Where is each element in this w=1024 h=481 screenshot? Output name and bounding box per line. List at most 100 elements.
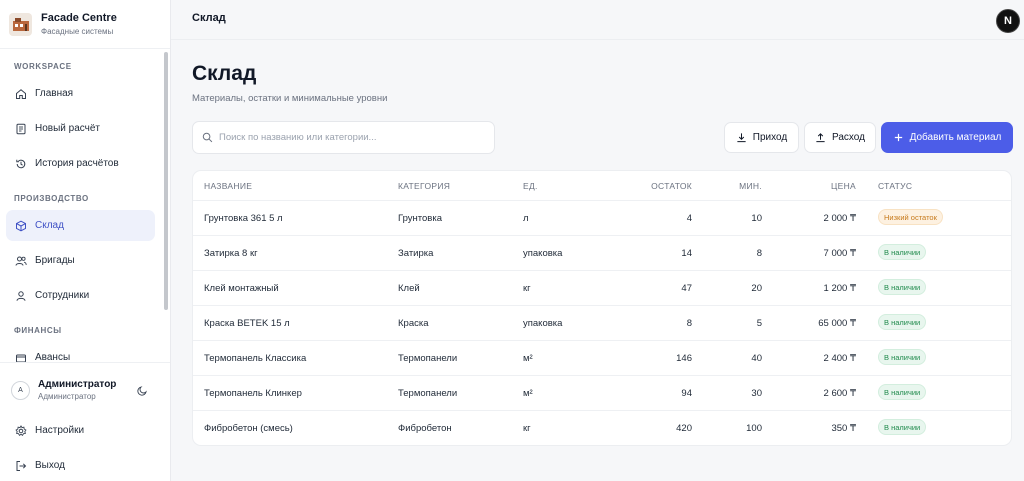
page-subtitle: Материалы, остатки и минимальные уровни bbox=[192, 93, 388, 104]
cell-min: 10 bbox=[751, 213, 762, 224]
breadcrumb: Склад bbox=[192, 12, 226, 24]
wallet-icon bbox=[16, 354, 26, 362]
table-row[interactable]: Грунтовка 361 5 л Грунтовка л 4 10 2 000 ₸ Низ… bbox=[193, 200, 1011, 235]
cell-stock: 4 bbox=[686, 213, 692, 224]
column-header-status[interactable]: СТАТУС bbox=[878, 181, 912, 191]
cell-unit: кг bbox=[523, 423, 531, 434]
cell-min: 8 bbox=[756, 248, 762, 259]
column-header-name[interactable]: НАЗВАНИЕ bbox=[204, 181, 252, 191]
table-row[interactable]: Краска BETEK 15 л Краска упаковка 8 5 65 000 … bbox=[193, 305, 1011, 340]
sidebar-item-warehouse[interactable]: Склад bbox=[6, 210, 155, 241]
expense-button-label: Расход bbox=[832, 132, 865, 143]
sidebar-item-label: Настройки bbox=[35, 425, 85, 436]
history-icon bbox=[16, 159, 26, 168]
sidebar-item-home[interactable]: Главная bbox=[6, 78, 155, 109]
user-name: Администратор bbox=[38, 379, 117, 390]
cell-stock: 146 bbox=[676, 353, 692, 364]
cell-stock: 94 bbox=[681, 388, 692, 399]
status-badge: В наличии bbox=[878, 244, 927, 260]
table-row[interactable]: Термопанель Классика Термопанели м² 146 40 2 … bbox=[193, 340, 1011, 375]
cell-category: Грунтовка bbox=[398, 213, 443, 224]
cell-stock: 14 bbox=[681, 248, 692, 259]
topbar: Склад N bbox=[171, 0, 1024, 40]
app-avatar[interactable]: N bbox=[996, 9, 1020, 33]
download-icon bbox=[737, 133, 746, 143]
column-header-unit[interactable]: ЕД. bbox=[523, 181, 538, 191]
user-icon bbox=[16, 290, 26, 301]
brand-title: Facade Centre bbox=[41, 12, 117, 24]
cell-category: Термопанели bbox=[398, 353, 458, 364]
cell-unit: кг bbox=[523, 283, 531, 294]
avatar[interactable]: А bbox=[11, 381, 30, 400]
brand[interactable]: Facade Centre Фасадные системы bbox=[0, 0, 170, 49]
cell-min: 30 bbox=[751, 388, 762, 399]
table-row[interactable]: Термопанель Клинкер Термопанели м² 94 30 2 60… bbox=[193, 375, 1011, 410]
sidebar-item-new-calc[interactable]: Новый расчёт bbox=[6, 113, 155, 144]
cell-price: 2 400 ₸ bbox=[823, 353, 856, 364]
section-title-workspace: WORKSPACE bbox=[14, 62, 72, 71]
column-header-price[interactable]: ЦЕНА bbox=[763, 181, 856, 191]
cell-name: Краска BETEK 15 л bbox=[204, 318, 290, 329]
document-icon bbox=[16, 123, 26, 134]
column-header-stock[interactable]: ОСТАТОК bbox=[613, 181, 692, 191]
sidebar-item-employees[interactable]: Сотрудники bbox=[6, 280, 155, 311]
user-role: Администратор bbox=[38, 392, 96, 401]
sidebar-item-label: Бригады bbox=[35, 255, 75, 266]
logout-icon bbox=[16, 460, 27, 471]
cell-stock: 420 bbox=[676, 423, 692, 434]
expense-button[interactable]: Расход bbox=[804, 122, 876, 153]
cell-unit: упаковка bbox=[523, 248, 563, 259]
cell-name: Грунтовка 361 5 л bbox=[204, 213, 283, 224]
status-badge: В наличии bbox=[878, 419, 927, 435]
plus-icon bbox=[894, 133, 902, 142]
cell-price: 2 600 ₸ bbox=[823, 388, 856, 399]
cell-category: Клей bbox=[398, 283, 420, 294]
sidebar-item-label: История расчётов bbox=[35, 158, 119, 169]
cell-category: Краска bbox=[398, 318, 429, 329]
add-material-button[interactable]: Добавить материал bbox=[881, 122, 1013, 153]
brand-logo-icon bbox=[9, 12, 32, 36]
table-row[interactable]: Клей монтажный Клей кг 47 20 1 200 ₸ В наличии bbox=[193, 270, 1011, 305]
cell-unit: м² bbox=[523, 388, 533, 399]
income-button[interactable]: Приход bbox=[724, 122, 799, 153]
search-input[interactable] bbox=[219, 132, 479, 143]
moon-icon[interactable] bbox=[137, 385, 148, 396]
cell-category: Затирка bbox=[398, 248, 434, 259]
sidebar-item-label: Новый расчёт bbox=[35, 123, 101, 134]
cell-unit: м² bbox=[523, 353, 533, 364]
sidebar-item-brigades[interactable]: Бригады bbox=[6, 245, 155, 276]
sidebar-item-settings[interactable]: Настройки bbox=[6, 415, 155, 446]
section-title-finance: ФИНАНСЫ bbox=[14, 326, 62, 335]
sidebar-item-label: Выход bbox=[35, 460, 65, 471]
cell-price: 7 000 ₸ bbox=[823, 248, 856, 259]
sidebar-item-history[interactable]: История расчётов bbox=[6, 148, 155, 179]
gear-icon bbox=[15, 424, 27, 436]
materials-table: НАЗВАНИЕ КАТЕГОРИЯ ЕД. ОСТАТОК МИН. ЦЕНА… bbox=[192, 170, 1012, 446]
brand-subtitle: Фасадные системы bbox=[41, 27, 114, 36]
cell-min: 100 bbox=[746, 423, 762, 434]
cell-name: Клей монтажный bbox=[204, 283, 279, 294]
column-header-min[interactable]: МИН. bbox=[693, 181, 762, 191]
cell-unit: упаковка bbox=[523, 318, 563, 329]
cell-stock: 47 bbox=[681, 283, 692, 294]
sidebar-item-label: Склад bbox=[35, 220, 64, 231]
sidebar-scrollbar[interactable] bbox=[164, 52, 168, 310]
status-badge: В наличии bbox=[878, 314, 927, 330]
table-row[interactable]: Фибробетон (смесь) Фибробетон кг 420 100 350 … bbox=[193, 410, 1011, 445]
cell-stock: 8 bbox=[686, 318, 692, 329]
page-title: Склад bbox=[192, 62, 257, 85]
cell-min: 20 bbox=[751, 283, 762, 294]
column-header-category[interactable]: КАТЕГОРИЯ bbox=[398, 181, 450, 191]
cell-price: 1 200 ₸ bbox=[823, 283, 856, 294]
sidebar-item-advances[interactable]: Авансы bbox=[6, 342, 155, 362]
cell-category: Фибробетон bbox=[398, 423, 452, 434]
status-badge: Низкий остаток bbox=[878, 209, 943, 225]
sidebar: Facade Centre Фасадные системы WORKSPACE… bbox=[0, 0, 171, 481]
sidebar-item-logout[interactable]: Выход bbox=[6, 450, 155, 481]
search-box[interactable] bbox=[192, 121, 495, 154]
table-row[interactable]: Затирка 8 кг Затирка упаковка 14 8 7 000 ₸ В н… bbox=[193, 235, 1011, 270]
status-badge: В наличии bbox=[878, 349, 927, 365]
sidebar-item-label: Главная bbox=[35, 88, 74, 99]
cell-min: 40 bbox=[751, 353, 762, 364]
box-icon bbox=[16, 220, 26, 231]
